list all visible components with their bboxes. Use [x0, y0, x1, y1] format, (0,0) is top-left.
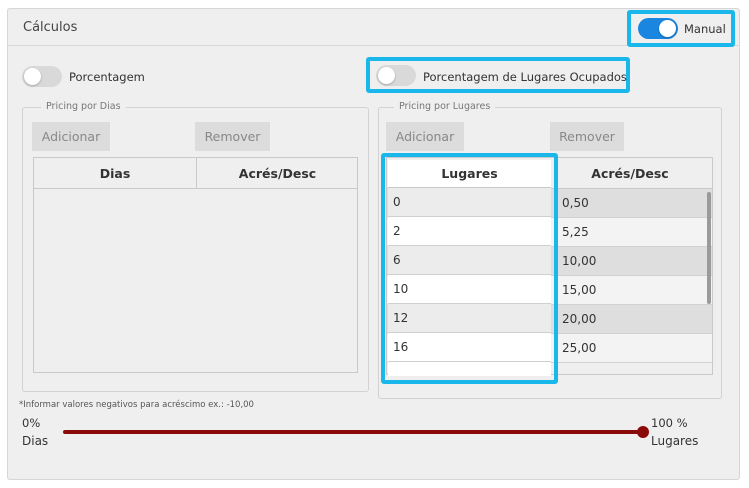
acres-cell: 15,00	[562, 283, 597, 297]
toggle-knob	[659, 20, 676, 37]
acres-cell: 10,00	[562, 254, 597, 268]
lugares-cell[interactable]: 6	[388, 246, 551, 275]
acres-cell: 25,00	[562, 341, 597, 355]
manual-toggle[interactable]	[638, 18, 678, 39]
occupied-label: Porcentagem de Lugares Ocupados	[423, 70, 627, 84]
lugares-column: Lugares 0 2 6 10 12 16	[388, 160, 551, 376]
days-add-button[interactable]: Adicionar	[32, 122, 110, 151]
slider-left-value: 0%	[22, 416, 41, 430]
negative-values-note: *Informar valores negativos para acrésci…	[19, 400, 254, 410]
manual-label: Manual	[684, 22, 726, 36]
occupied-toggle[interactable]	[376, 65, 416, 86]
toggle-knob	[378, 67, 395, 84]
slider-handle[interactable]	[637, 426, 649, 438]
slider-right-value: 100 %	[651, 416, 688, 430]
lugares-cell[interactable]: 0	[388, 188, 551, 217]
pricing-days-legend: Pricing por Dias	[41, 101, 126, 112]
seats-acres-col-header[interactable]: Acrés/Desc	[555, 158, 705, 188]
header-border	[34, 188, 357, 189]
acres-cell: 20,00	[562, 312, 597, 326]
slider-track[interactable]	[63, 430, 643, 434]
table-scrollbar[interactable]	[707, 192, 711, 304]
lugares-cell[interactable]: 12	[388, 304, 551, 333]
seats-add-button[interactable]: Adicionar	[386, 122, 464, 151]
days-col-header[interactable]: Dias	[34, 158, 196, 188]
slider-right-label: Lugares	[651, 434, 699, 448]
days-table: Dias Acrés/Desc	[33, 157, 358, 373]
slider-left-label: Dias	[22, 434, 49, 448]
panel-title: Cálculos	[23, 20, 78, 35]
pricing-seats-legend: Pricing por Lugares	[394, 101, 496, 112]
seats-remove-button[interactable]: Remover	[550, 122, 624, 151]
toggle-knob	[24, 68, 41, 85]
percent-toggle[interactable]	[22, 66, 62, 87]
days-remove-button[interactable]: Remover	[195, 122, 270, 151]
acres-cell: 0,50	[562, 196, 589, 210]
days-acres-col-header[interactable]: Acrés/Desc	[197, 158, 358, 188]
percent-label: Porcentagem	[69, 70, 145, 84]
lugares-cell[interactable]: 16	[388, 333, 551, 362]
lugares-cell[interactable]: 2	[388, 217, 551, 246]
lugares-cell[interactable]: 10	[388, 275, 551, 304]
lugares-col-header[interactable]: Lugares	[388, 160, 551, 188]
acres-cell: 5,25	[562, 225, 589, 239]
